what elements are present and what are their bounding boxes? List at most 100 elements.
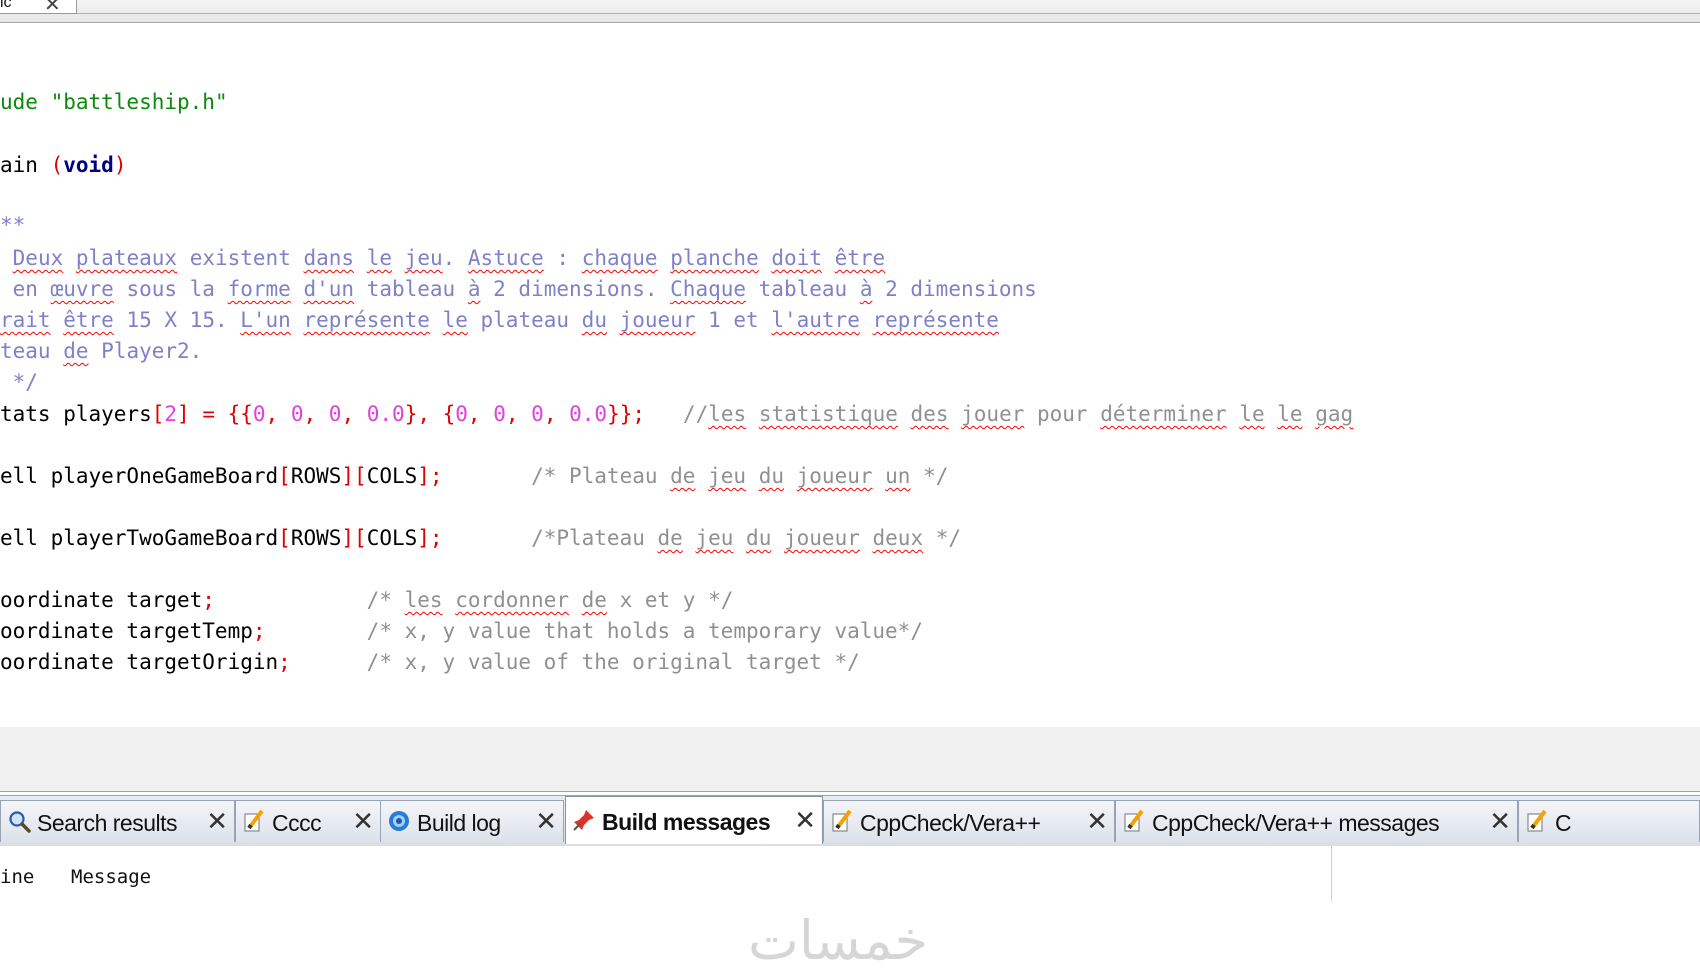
code-line[interactable]: ell playerOneGameBoard[ROWS][COLS]; /* P… xyxy=(0,461,948,491)
tab-label: Search results xyxy=(37,810,178,836)
code-line[interactable]: oordinate targetOrigin; /* x, y value of… xyxy=(0,647,860,677)
close-icon[interactable]: ✕ xyxy=(352,807,374,835)
tab-label: CppCheck/Vera++ messages xyxy=(1152,810,1440,836)
code-line[interactable]: Deux plateaux existent dans le jeu. Astu… xyxy=(0,243,886,273)
code-token: COLS xyxy=(366,464,418,488)
code-editor[interactable]: ude "battleship.h" ain (void) ** Deux plat… xyxy=(0,23,1700,727)
tab-label: C xyxy=(1555,810,1572,836)
code-line[interactable]: ain (void) xyxy=(0,150,126,180)
log-tab-build-messages[interactable]: Build messages ✕ xyxy=(565,796,823,844)
code-line[interactable]: tats players[2] = {{0, 0, 0, 0.0}, {0, 0… xyxy=(0,399,1353,429)
code-token: représente xyxy=(303,308,430,332)
code-token: ][ xyxy=(341,464,367,488)
code-token: [ xyxy=(278,526,291,550)
code-token: ROWS xyxy=(290,464,342,488)
editor-tab-main[interactable]: ic ✕ xyxy=(0,0,77,17)
code-token: // xyxy=(645,402,709,426)
code-token: /* x, y value that holds a temporary val… xyxy=(265,619,923,643)
code-token: jeu xyxy=(404,246,443,270)
code-token: sous la xyxy=(113,277,228,301)
code-token: x et y */ xyxy=(606,588,734,612)
editor-tab-strip: ic ✕ xyxy=(0,0,1700,23)
code-token: pour xyxy=(1024,402,1101,426)
code-token: de xyxy=(657,526,683,550)
code-token: [ xyxy=(278,464,291,488)
log-tab-search-results[interactable]: Search results ✕ xyxy=(0,800,235,842)
column-divider xyxy=(1331,846,1332,901)
code-line[interactable]: oordinate targetTemp; /* x, y value that… xyxy=(0,616,923,646)
code-token: du xyxy=(758,464,784,488)
code-token: 0 xyxy=(455,402,468,426)
column-header-message[interactable]: Message xyxy=(71,866,151,888)
close-icon[interactable]: ✕ xyxy=(44,0,61,17)
code-token: à xyxy=(467,277,481,301)
log-tab-build-log[interactable]: Build log ✕ xyxy=(380,800,564,842)
code-token: , xyxy=(303,402,329,426)
code-token: 0 xyxy=(531,402,544,426)
code-token: chaque xyxy=(581,246,658,270)
code-token: jeu xyxy=(708,464,747,488)
log-tab-cppcheck-vera-[interactable]: CppCheck/Vera++ ✕ xyxy=(823,800,1115,842)
code-token: joueur xyxy=(784,526,860,550)
code-token: planche xyxy=(670,246,759,270)
code-line[interactable]: */ xyxy=(0,367,38,397)
watermark-logo: خمسات xyxy=(748,909,929,972)
column-header-line[interactable]: ine xyxy=(0,866,34,888)
code-token: du xyxy=(746,526,772,550)
code-line[interactable]: teau de Player2. xyxy=(0,336,202,366)
code-token: ]; xyxy=(417,464,443,488)
code-token: Chaque xyxy=(670,277,747,301)
code-token: 0.0 xyxy=(569,402,608,426)
code-token: statistique xyxy=(758,402,898,426)
code-token: ; xyxy=(252,619,266,643)
code-token: ( xyxy=(50,153,64,177)
close-icon[interactable]: ✕ xyxy=(206,807,228,835)
code-token: œuvre xyxy=(50,277,114,301)
code-line[interactable]: oordinate target; /* les cordonner de x … xyxy=(0,585,733,615)
code-line[interactable]: ell playerTwoGameBoard[ROWS][COLS]; /*Pl… xyxy=(0,523,961,553)
code-line[interactable]: en œuvre sous la forme d'un tableau à 2 … xyxy=(0,274,1037,304)
code-token: de xyxy=(670,464,696,488)
pencil-note-icon xyxy=(830,809,854,833)
code-token: ) xyxy=(113,153,127,177)
code-token: de xyxy=(581,588,607,612)
code-token: . xyxy=(442,246,468,270)
close-icon[interactable]: ✕ xyxy=(1086,807,1108,835)
code-token: être xyxy=(63,308,114,332)
code-token: [ xyxy=(151,402,165,426)
code-token: teau xyxy=(0,339,64,363)
code-token: }, { xyxy=(404,402,456,426)
log-tab-cppcheck-vera-messages[interactable]: CppCheck/Vera++ messages ✕ xyxy=(1115,800,1518,842)
code-token: joueur xyxy=(796,464,873,488)
code-token: : xyxy=(543,246,582,270)
code-token: "battleship.h" xyxy=(50,90,228,114)
code-line[interactable]: ude "battleship.h" xyxy=(0,87,228,117)
panel-splitter[interactable] xyxy=(0,727,1700,791)
log-tab-cccc[interactable]: Cccc ✕ xyxy=(235,800,381,842)
close-icon[interactable]: ✕ xyxy=(535,807,557,835)
code-token: ** xyxy=(0,213,26,237)
code-line[interactable]: rait être 15 X 15. L'un représente le pl… xyxy=(0,305,999,335)
log-tab-c[interactable]: C xyxy=(1518,800,1700,842)
tab-label: Build messages xyxy=(602,809,771,835)
pin-icon xyxy=(572,808,596,832)
code-token: 0 xyxy=(493,402,506,426)
close-icon[interactable]: ✕ xyxy=(1489,807,1511,835)
close-icon[interactable]: ✕ xyxy=(794,806,816,834)
build-messages-list[interactable]: ine Message خمسات xyxy=(0,846,1700,972)
code-token: , xyxy=(265,402,291,426)
code-line[interactable]: ** xyxy=(0,210,25,240)
code-token: Deux xyxy=(12,246,64,270)
